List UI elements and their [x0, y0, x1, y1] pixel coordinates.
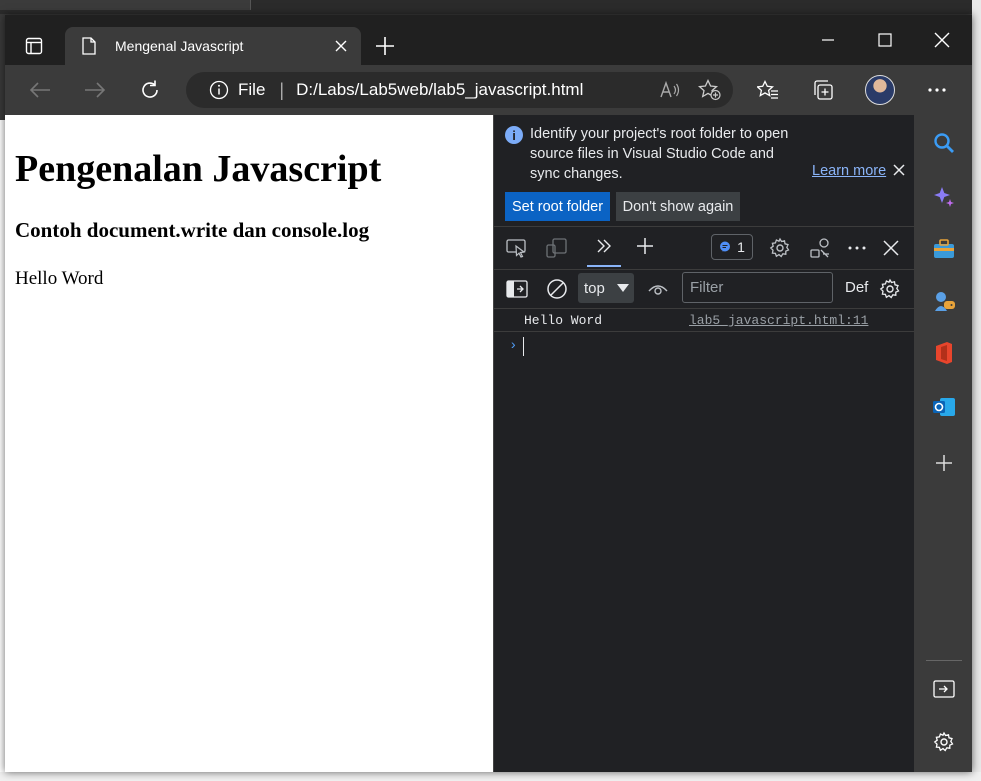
- minimize-icon[interactable]: [800, 25, 856, 55]
- add-favorite-icon[interactable]: [693, 73, 727, 107]
- message-icon: [720, 241, 731, 252]
- dropdown-arrow-icon: [616, 284, 629, 292]
- infobar-close-icon[interactable]: [890, 161, 908, 179]
- office-icon[interactable]: [931, 340, 957, 366]
- hide-sidebar-icon[interactable]: [931, 676, 957, 702]
- add-sidebar-app-icon[interactable]: [931, 450, 957, 476]
- console-log-row: Hello Word lab5_javascript.html:11: [494, 309, 915, 332]
- background-window-tab: [0, 0, 251, 10]
- live-expression-eye-icon[interactable]: [643, 274, 673, 304]
- console-filter-input[interactable]: [682, 272, 833, 303]
- info-icon[interactable]: [208, 79, 230, 101]
- read-aloud-icon[interactable]: [653, 73, 687, 107]
- tab-title: Mengenal Javascript: [115, 38, 244, 54]
- issues-count: 1: [737, 239, 745, 255]
- issues-badge[interactable]: 1: [711, 234, 753, 260]
- context-select[interactable]: top: [578, 273, 634, 303]
- devtools-tab-strip: 1: [494, 227, 915, 270]
- devtools-more-icon[interactable]: [842, 233, 872, 263]
- tab-bar: Mengenal Javascript: [5, 15, 972, 65]
- page-body-text: Hello Word: [15, 268, 104, 289]
- tab-actions-icon[interactable]: [17, 29, 51, 63]
- address-url[interactable]: D:/Labs/Lab5web/lab5_javascript.html: [296, 80, 653, 100]
- web-page: Pengenalan Javascript Contoh document.wr…: [5, 115, 493, 772]
- add-panel-icon[interactable]: [630, 231, 660, 261]
- log-levels-dropdown[interactable]: Def: [845, 279, 868, 296]
- address-bar[interactable]: File | D:/Labs/Lab5web/lab5_javascript.h…: [186, 72, 733, 108]
- address-scheme-label: File: [238, 80, 266, 99]
- outlook-icon[interactable]: [931, 394, 957, 420]
- background-window-right: [972, 0, 981, 781]
- more-menu-icon[interactable]: [920, 73, 954, 107]
- device-toolbar-icon[interactable]: [542, 233, 572, 263]
- clear-console-icon[interactable]: [542, 274, 572, 304]
- devtools-close-icon[interactable]: [876, 233, 906, 263]
- learn-more-link[interactable]: Learn more: [812, 163, 886, 179]
- sidebar-settings-icon[interactable]: [931, 729, 957, 755]
- toolbar: File | D:/Labs/Lab5web/lab5_javascript.h…: [5, 65, 972, 115]
- console-settings-icon[interactable]: [875, 274, 905, 304]
- console-toolbar: top Def: [494, 270, 915, 309]
- copilot-sparkle-icon[interactable]: [931, 184, 957, 210]
- console-message: Hello Word: [524, 313, 603, 328]
- new-tab-button[interactable]: [370, 31, 400, 61]
- active-tab-indicator: [587, 265, 621, 267]
- console-prompt-chevron-icon: ›: [509, 338, 518, 354]
- edge-sidebar: [914, 115, 972, 772]
- window-close-icon[interactable]: [914, 25, 970, 55]
- info-circle-icon: i: [505, 126, 523, 144]
- sidebar-toggle-icon[interactable]: [502, 274, 532, 304]
- settings-gear-icon[interactable]: [765, 233, 795, 263]
- customize-icon[interactable]: [805, 233, 835, 263]
- devtools-panel: i Identify your project's root folder to…: [493, 115, 915, 772]
- page-heading: Pengenalan Javascript: [15, 148, 382, 190]
- page-subheading: Contoh document.write dan console.log: [15, 218, 370, 242]
- refresh-icon[interactable]: [133, 73, 167, 107]
- set-root-folder-button[interactable]: Set root folder: [505, 192, 610, 221]
- address-separator: |: [279, 79, 285, 100]
- tools-briefcase-icon[interactable]: [931, 236, 957, 262]
- sidebar-divider: [926, 660, 962, 661]
- inspect-element-icon[interactable]: [502, 233, 532, 263]
- more-tabs-chevron-icon[interactable]: [589, 231, 619, 261]
- devtools-infobar: i Identify your project's root folder to…: [494, 115, 915, 227]
- back-arrow-icon[interactable]: [23, 73, 57, 107]
- infobar-message: Identify your project's root folder to o…: [530, 126, 789, 182]
- games-icon[interactable]: [931, 288, 957, 314]
- search-icon[interactable]: [931, 130, 957, 156]
- close-icon[interactable]: [327, 32, 355, 60]
- browser-window: Mengenal Javascript File | D:/Labs/Lab5w…: [5, 15, 972, 772]
- collections-icon[interactable]: [806, 73, 840, 107]
- background-window-bottom: [0, 772, 981, 781]
- favorites-icon[interactable]: [751, 73, 785, 107]
- page-icon: [79, 36, 99, 56]
- forward-arrow-icon[interactable]: [78, 73, 112, 107]
- maximize-icon[interactable]: [857, 25, 913, 55]
- console-input-caret[interactable]: [523, 337, 524, 356]
- dont-show-again-button[interactable]: Don't show again: [616, 192, 740, 221]
- console-source-link[interactable]: lab5_javascript.html:11: [689, 313, 868, 328]
- profile-avatar[interactable]: [865, 75, 895, 105]
- context-value: top: [584, 279, 605, 297]
- tab-active[interactable]: Mengenal Javascript: [65, 27, 361, 65]
